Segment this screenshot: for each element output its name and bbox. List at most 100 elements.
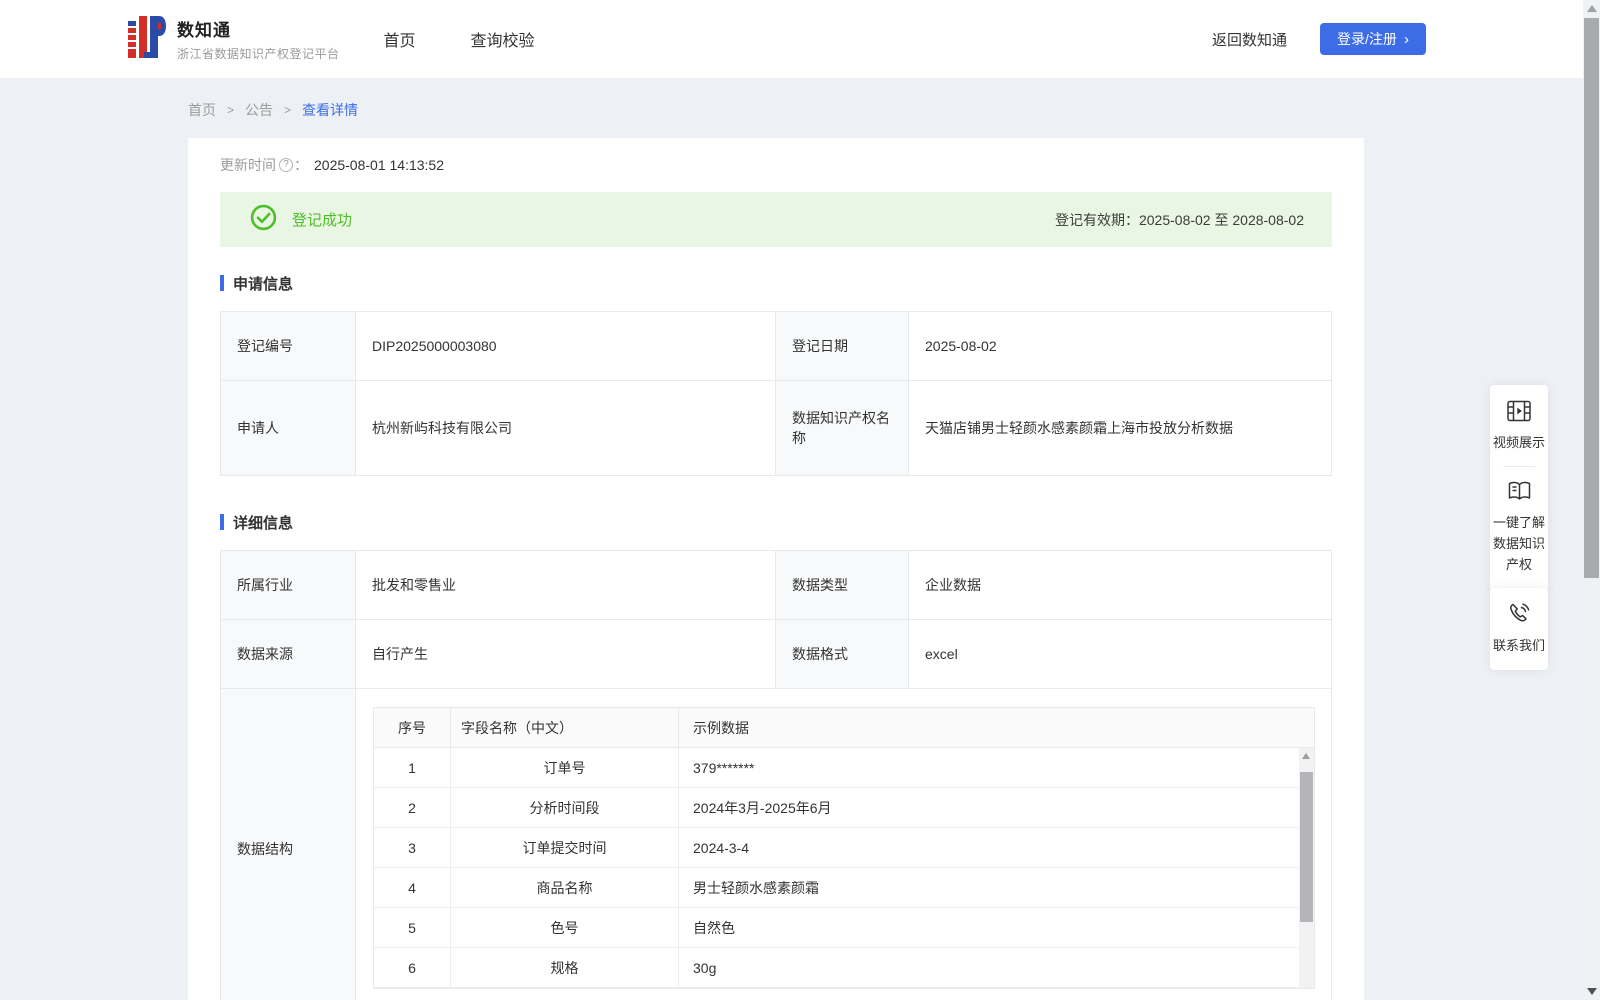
reg-no-value: DIP2025000003080 — [356, 312, 776, 380]
video-demo-button[interactable]: 视频展示 — [1492, 400, 1546, 453]
structure-table-header: 序号 字段名称（中文） 示例数据 — [374, 708, 1314, 748]
column-header-field-name: 字段名称（中文） — [451, 708, 679, 747]
dip-name-value: 天猫店铺男士轻颜水感素颜霜上海市投放分析数据 — [925, 420, 1233, 436]
scroll-up-arrow-icon[interactable] — [1302, 753, 1310, 759]
table-row: 3 订单提交时间 2024-3-4 — [374, 828, 1314, 868]
structure-table: 序号 字段名称（中文） 示例数据 1 订单号 379******* 2 分析时间… — [373, 707, 1315, 989]
table-row: 4 商品名称 男士轻颜水感素颜霜 — [374, 868, 1314, 908]
scroll-down-arrow-icon[interactable] — [1586, 988, 1597, 995]
breadcrumb: 首页 > 公告 > 查看详情 — [188, 100, 358, 120]
detail-card: 更新时间 ? ： 2025-08-01 14:13:52 登记成功 登记有效期：… — [188, 138, 1364, 1000]
breadcrumb-separator: > — [284, 103, 292, 117]
applicant-label: 申请人 — [221, 381, 356, 475]
learn-dip-button[interactable]: 一键了解数据知识产权 — [1492, 480, 1546, 575]
page-scrollbar[interactable] — [1583, 0, 1600, 1000]
check-circle-icon — [250, 204, 277, 236]
cell-sample: 2024-3-4 — [693, 839, 750, 856]
detail-info-section-title: 详细信息 — [220, 512, 1332, 532]
table-row: 数据来源 自行产生 数据格式 excel — [221, 619, 1331, 688]
brand-text: 数知通 浙江省数据知识产权登记平台 — [177, 16, 340, 62]
reg-date-label: 登记日期 — [776, 312, 909, 380]
update-time-colon: ： — [294, 157, 308, 173]
table-row: 6 规格 30g — [374, 948, 1314, 988]
video-icon — [1492, 400, 1546, 425]
main-nav: 首页 查询校验 — [384, 27, 535, 51]
back-to-shuzhitong-link[interactable]: 返回数知通 — [1212, 29, 1287, 50]
breadcrumb-home[interactable]: 首页 — [188, 100, 216, 120]
chevron-right-icon: › — [1403, 30, 1409, 48]
login-register-label: 登录/注册 — [1337, 31, 1397, 47]
update-time-label: 更新时间 — [220, 157, 276, 173]
cell-sample: 男士轻颜水感素颜霜 — [693, 879, 819, 896]
data-source-label: 数据来源 — [221, 620, 356, 688]
table-row: 1 订单号 379******* — [374, 748, 1314, 788]
section-bar — [220, 275, 224, 291]
floating-contact-card: 联系我们 — [1490, 588, 1548, 670]
registration-status-text: 登记成功 — [292, 212, 353, 229]
video-demo-label: 视频展示 — [1492, 435, 1545, 450]
data-source-value: 自行产生 — [356, 620, 776, 688]
applicant-value: 杭州新屿科技有限公司 — [356, 381, 776, 475]
section-title-text: 详细信息 — [233, 514, 294, 532]
contact-us-label: 联系我们 — [1492, 638, 1545, 653]
column-header-sample-data: 示例数据 — [693, 719, 749, 736]
cell-index: 2 — [374, 788, 451, 827]
data-structure-label: 数据结构 — [221, 689, 356, 1000]
cell-sample: 30g — [693, 959, 717, 976]
update-time-value: 2025-08-01 14:13:52 — [314, 157, 444, 173]
cell-field: 商品名称 — [451, 868, 679, 907]
nav-item-home[interactable]: 首页 — [384, 27, 416, 51]
scrollbar-thumb[interactable] — [1584, 18, 1599, 578]
table-row: 所属行业 批发和零售业 数据类型 企业数据 — [221, 551, 1331, 619]
contact-us-button[interactable]: 联系我们 — [1492, 601, 1546, 656]
help-icon[interactable]: ? — [279, 158, 293, 172]
cell-index: 4 — [374, 868, 451, 907]
nav-item-query-verify[interactable]: 查询校验 — [471, 27, 535, 51]
apply-info-section-title: 申请信息 — [220, 273, 1332, 293]
divider — [1503, 466, 1535, 467]
phone-icon — [1492, 601, 1546, 628]
cell-index: 5 — [374, 908, 451, 947]
breadcrumb-current: 查看详情 — [302, 102, 359, 118]
table-row: 登记编号 DIP2025000003080 登记日期 2025-08-02 — [221, 312, 1331, 380]
update-time-row: 更新时间 ? ： 2025-08-01 14:13:52 — [220, 154, 1332, 176]
validity-label: 登记有效期： — [1054, 211, 1139, 228]
validity-period: 登记有效期：2025-08-02 至 2028-08-02 — [1055, 210, 1304, 230]
structure-table-body: 1 订单号 379******* 2 分析时间段 2024年3月-2025年6月… — [374, 748, 1314, 988]
reg-no-label: 登记编号 — [221, 312, 356, 380]
validity-value: 2025-08-02 至 2028-08-02 — [1138, 211, 1304, 228]
learn-dip-label: 一键了解数据知识产权 — [1492, 515, 1545, 572]
table-scrollbar[interactable] — [1299, 748, 1314, 988]
breadcrumb-notice[interactable]: 公告 — [245, 100, 273, 120]
cell-index: 1 — [374, 748, 451, 787]
section-bar — [220, 514, 224, 530]
industry-label: 所属行业 — [221, 551, 356, 619]
brand[interactable]: 数知通 浙江省数据知识产权登记平台 — [128, 15, 340, 63]
data-structure-content: 序号 字段名称（中文） 示例数据 1 订单号 379******* 2 分析时间… — [356, 689, 1330, 1000]
floating-tools-card: 视频展示 一键了解数据知识产权 — [1490, 385, 1548, 591]
industry-value: 批发和零售业 — [356, 551, 776, 619]
brand-logo-icon — [128, 15, 166, 63]
success-banner-left: 登记成功 — [250, 204, 352, 236]
scrollbar-thumb[interactable] — [1300, 772, 1313, 922]
table-row: 5 色号 自然色 — [374, 908, 1314, 948]
cell-index: 6 — [374, 948, 451, 987]
section-title-text: 申请信息 — [233, 275, 294, 293]
breadcrumb-separator: > — [227, 103, 235, 117]
cell-index: 3 — [374, 828, 451, 867]
data-type-label: 数据类型 — [776, 551, 909, 619]
reg-date-value: 2025-08-02 — [925, 338, 997, 354]
login-register-button[interactable]: 登录/注册 › — [1320, 23, 1426, 55]
cell-field: 分析时间段 — [451, 788, 679, 827]
table-row: 2 分析时间段 2024年3月-2025年6月 — [374, 788, 1314, 828]
data-format-value: excel — [925, 646, 958, 662]
brand-subtitle: 浙江省数据知识产权登记平台 — [177, 47, 340, 61]
scroll-up-arrow-icon[interactable] — [1586, 5, 1597, 12]
table-row: 申请人 杭州新屿科技有限公司 数据知识产权名称 天猫店铺男士轻颜水感素颜霜上海市… — [221, 380, 1331, 475]
success-banner: 登记成功 登记有效期：2025-08-02 至 2028-08-02 — [220, 192, 1332, 247]
cell-sample: 379******* — [693, 759, 755, 776]
detail-info-table: 所属行业 批发和零售业 数据类型 企业数据 数据来源 自行产生 数据格式 exc… — [220, 550, 1332, 1000]
brand-name: 数知通 — [177, 21, 231, 40]
book-icon — [1492, 480, 1546, 505]
data-format-label: 数据格式 — [776, 620, 909, 688]
